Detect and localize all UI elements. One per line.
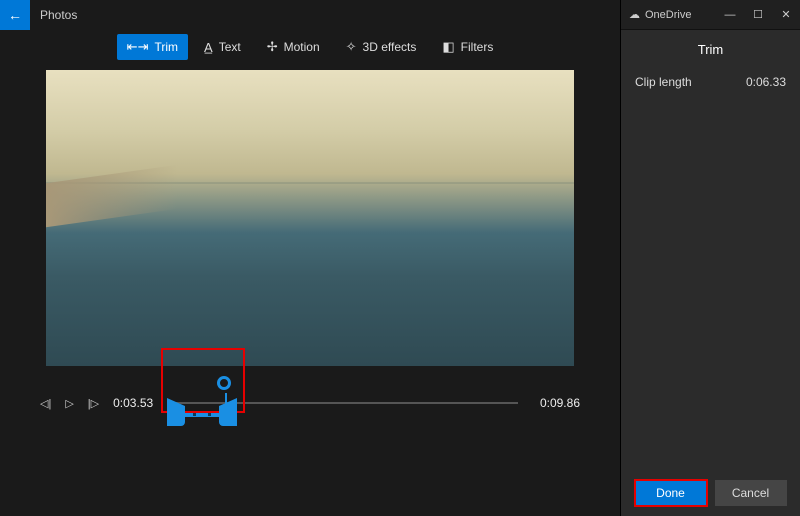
done-button[interactable]: Done	[635, 480, 707, 506]
minimize-button[interactable]: —	[716, 0, 744, 30]
3d-effects-tool-button[interactable]: ✧ 3D effects	[336, 34, 427, 60]
end-time: 0:09.86	[540, 396, 580, 410]
panel-title: Trim	[621, 30, 800, 69]
video-preview[interactable]	[46, 70, 574, 366]
play-button[interactable]: ▷	[65, 397, 73, 410]
playback-controls: ◁| ▷ |▷	[40, 397, 99, 410]
clip-length-row: Clip length 0:06.33	[621, 69, 800, 95]
motion-tool-button[interactable]: ✢ Motion	[257, 34, 330, 60]
beach-shape	[46, 164, 178, 227]
cancel-button[interactable]: Cancel	[715, 480, 787, 506]
back-button[interactable]: ←	[0, 0, 30, 30]
app-title: Photos	[30, 8, 77, 22]
window-title: OneDrive	[645, 9, 691, 21]
trim-handles	[167, 378, 237, 428]
motion-label: Motion	[284, 40, 320, 54]
side-titlebar: ☁ OneDrive — ☐ ✕	[621, 0, 800, 30]
main-panel: ← Photos ⇤⇥ Trim A̲ Text ✢ Motion ✧ 3D e…	[0, 0, 620, 516]
titlebar: ← Photos	[0, 0, 620, 30]
maximize-button[interactable]: ☐	[744, 0, 772, 30]
playhead-handle[interactable]	[217, 376, 231, 390]
filters-icon: ◧	[442, 39, 454, 55]
current-time: 0:03.53	[113, 396, 153, 410]
window-controls: — ☐ ✕	[716, 0, 800, 30]
footer-buttons: Done Cancel	[621, 470, 800, 516]
next-frame-button[interactable]: |▷	[88, 397, 99, 410]
trim-label: Trim	[154, 40, 178, 54]
trim-end-handle[interactable]	[219, 406, 237, 426]
close-button[interactable]: ✕	[772, 0, 800, 30]
effects-icon: ✧	[346, 39, 357, 55]
timeline: ◁| ▷ |▷ 0:03.53 0:09.86	[0, 366, 620, 410]
side-panel: ☁ OneDrive — ☐ ✕ Trim Clip length 0:06.3…	[620, 0, 800, 516]
text-label: Text	[219, 40, 241, 54]
selected-segment	[185, 413, 219, 417]
cloud-icon: ☁	[629, 8, 640, 21]
previous-frame-button[interactable]: ◁|	[40, 397, 51, 410]
trim-tool-button[interactable]: ⇤⇥ Trim	[117, 34, 188, 60]
trim-start-handle[interactable]	[167, 406, 185, 426]
motion-icon: ✢	[267, 39, 278, 55]
toolbar: ⇤⇥ Trim A̲ Text ✢ Motion ✧ 3D effects ◧ …	[0, 30, 620, 70]
filters-label: Filters	[461, 40, 494, 54]
effects-label: 3D effects	[363, 40, 417, 54]
filters-tool-button[interactable]: ◧ Filters	[432, 34, 503, 60]
back-arrow-icon: ←	[8, 7, 22, 23]
trim-track[interactable]	[167, 402, 518, 404]
clip-length-value: 0:06.33	[746, 75, 786, 89]
text-tool-button[interactable]: A̲ Text	[194, 34, 251, 60]
trim-icon: ⇤⇥	[127, 39, 149, 55]
clip-length-label: Clip length	[635, 75, 692, 89]
text-icon: A̲	[204, 40, 213, 55]
